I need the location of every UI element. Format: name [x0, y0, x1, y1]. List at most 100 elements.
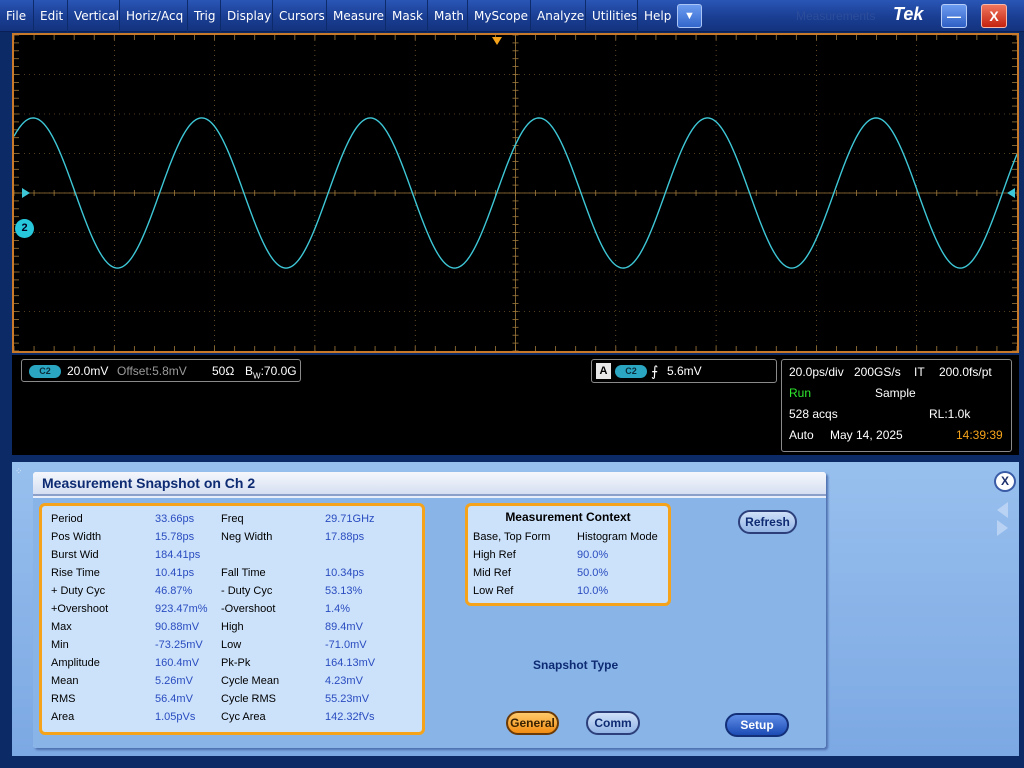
measurement-value: 29.71GHz	[325, 513, 375, 525]
tek-logo: Tek	[893, 4, 924, 24]
record-length: RL:1.0k	[929, 407, 971, 421]
measurement-value: 15.78ps	[155, 531, 195, 543]
menu-cursors[interactable]: Cursors	[273, 0, 327, 32]
trigger-source-badge: C2	[615, 365, 647, 378]
menu-bar: File Edit Vertical Horiz/Acq Trig Displa…	[0, 0, 1024, 32]
time: 14:39:39	[956, 428, 1003, 442]
acquisition-readout[interactable]: 20.0ps/div 200GS/s IT 200.0fs/pt Run Sam…	[781, 359, 1012, 452]
measurement-label: Cyc Area	[221, 711, 266, 723]
ch2-settings-readout[interactable]: C2 20.0mV Offset:5.8mV 50Ω BW:70.0G	[21, 359, 301, 382]
measurement-label: - Duty Cyc	[221, 585, 273, 597]
measurement-label: Pos Width	[51, 531, 102, 543]
menu-file[interactable]: File	[0, 0, 34, 32]
menu-measure[interactable]: Measure	[327, 0, 386, 32]
date: May 14, 2025	[830, 428, 903, 442]
measurement-value: 10.34ps	[325, 567, 365, 579]
menu-horiz-acq[interactable]: Horiz/Acq	[120, 0, 188, 32]
measurement-value: 142.32fVs	[325, 711, 375, 723]
low-ref-label: Low Ref	[473, 585, 514, 597]
menu-edit[interactable]: Edit	[34, 0, 68, 32]
menu-utilities[interactable]: Utilities	[586, 0, 638, 32]
close-panel-button[interactable]: X	[994, 471, 1016, 492]
trigger-position-marker[interactable]	[492, 37, 502, 45]
bw-value: :70.0G	[260, 364, 297, 378]
measurement-value: 55.23mV	[325, 693, 370, 705]
measurement-label: Mean	[51, 675, 79, 687]
measurement-value: 1.4%	[325, 603, 351, 615]
measurement-value: 5.26mV	[155, 675, 193, 687]
mid-ref-value: 50.0%	[577, 567, 609, 579]
menu-analyze[interactable]: Analyze	[531, 0, 586, 32]
waveform-display	[14, 35, 1017, 351]
setup-button[interactable]: Setup	[725, 713, 789, 737]
run-state: Run	[789, 386, 812, 400]
nav-left-arrow-icon[interactable]	[997, 502, 1008, 518]
nav-right-arrow-icon[interactable]	[997, 520, 1008, 536]
measurement-value: 17.88ps	[325, 531, 365, 543]
comm-button[interactable]: Comm	[586, 711, 640, 735]
low-ref-value: 10.0%	[577, 585, 609, 597]
measurement-value: 1.05pVs	[155, 711, 196, 723]
measurement-label: Fall Time	[221, 567, 266, 579]
measurement-value: 90.88mV	[155, 621, 200, 633]
ch2-offset: Offset:5.8mV	[117, 364, 187, 378]
measurement-value: 56.4mV	[155, 693, 193, 705]
trigger-level-marker[interactable]	[1007, 188, 1015, 198]
menu-trig[interactable]: Trig	[188, 0, 221, 32]
menu-display[interactable]: Display	[221, 0, 273, 32]
menu-vertical[interactable]: Vertical	[68, 0, 120, 32]
menu-myscope[interactable]: MyScope	[468, 0, 531, 32]
control-window-area: ⁘ X Measurement Snapshot on Ch 2 Period 3…	[12, 462, 1019, 756]
measurement-snapshot-panel: Measurement Snapshot on Ch 2 Period 33.66…	[33, 472, 826, 748]
close-button[interactable]: X	[981, 4, 1007, 28]
context-title: Measurement Context	[505, 510, 631, 524]
snapshot-title: Measurement Snapshot on Ch 2	[42, 475, 256, 491]
ch2-offset-arrow-icon	[22, 188, 30, 198]
resolution: 200.0fs/pt	[939, 365, 992, 379]
measurement-label: Max	[51, 621, 72, 633]
acq-count: 528 acqs	[789, 407, 838, 421]
menu-dropdown-icon[interactable]: ▼	[677, 4, 702, 28]
measurement-value: 184.41ps	[155, 549, 201, 561]
ch2-badge: C2	[29, 365, 61, 378]
measurement-label: Neg Width	[221, 531, 273, 543]
menu-mask[interactable]: Mask	[386, 0, 428, 32]
high-ref-label: High Ref	[473, 549, 516, 561]
measurement-table: Period 33.66ps Pos Width 15.78ps Burst Wid 18…	[39, 503, 425, 735]
menu-help[interactable]: Help	[638, 0, 674, 32]
general-button[interactable]: General	[506, 711, 559, 735]
ch2-impedance: 50Ω	[212, 364, 235, 378]
measurement-value: 46.87%	[155, 585, 193, 597]
waveform-graticule[interactable]: 2	[12, 33, 1019, 353]
measurement-value: 164.13mV	[325, 657, 376, 669]
measurement-label: + Duty Cyc	[51, 585, 106, 597]
sample-rate: 200GS/s	[854, 365, 901, 379]
measurement-label: Rise Time	[51, 567, 100, 579]
mid-ref-label: Mid Ref	[473, 567, 511, 579]
measurement-value: 923.47m%	[155, 603, 208, 615]
refresh-button[interactable]: Refresh	[738, 510, 797, 534]
trigger-readout[interactable]: A C2 ⨍ 5.6mV	[591, 359, 777, 383]
acq-mode: Sample	[875, 386, 916, 400]
minimize-button[interactable]: —	[941, 4, 967, 28]
menu-math[interactable]: Math	[428, 0, 468, 32]
measurement-label: RMS	[51, 693, 76, 705]
measurement-label: High	[221, 621, 244, 633]
drag-grip-icon[interactable]: ⁘	[15, 466, 23, 477]
high-ref-value: 90.0%	[577, 549, 609, 561]
ch2-bandwidth: BW:70.0G	[245, 364, 297, 380]
measurement-value: 33.66ps	[155, 513, 195, 525]
snapshot-type-label: Snapshot Type	[533, 658, 619, 672]
measurement-value: -73.25mV	[155, 639, 203, 651]
snapshot-body: Period 33.66ps Pos Width 15.78ps Burst Wid 18…	[33, 498, 826, 748]
bw-prefix: B	[245, 364, 254, 378]
measurement-label: Low	[221, 639, 242, 651]
ch2-ground-marker[interactable]: 2	[15, 219, 34, 238]
measurement-label: -Overshoot	[221, 603, 276, 615]
measurement-value: 89.4mV	[325, 621, 363, 633]
trigger-mode: Auto	[789, 428, 814, 442]
base-top-label: Base, Top Form	[473, 531, 551, 543]
measurement-value: -71.0mV	[325, 639, 367, 651]
graticule-grid	[14, 35, 1017, 351]
acq-mode-tag: IT	[914, 365, 925, 379]
